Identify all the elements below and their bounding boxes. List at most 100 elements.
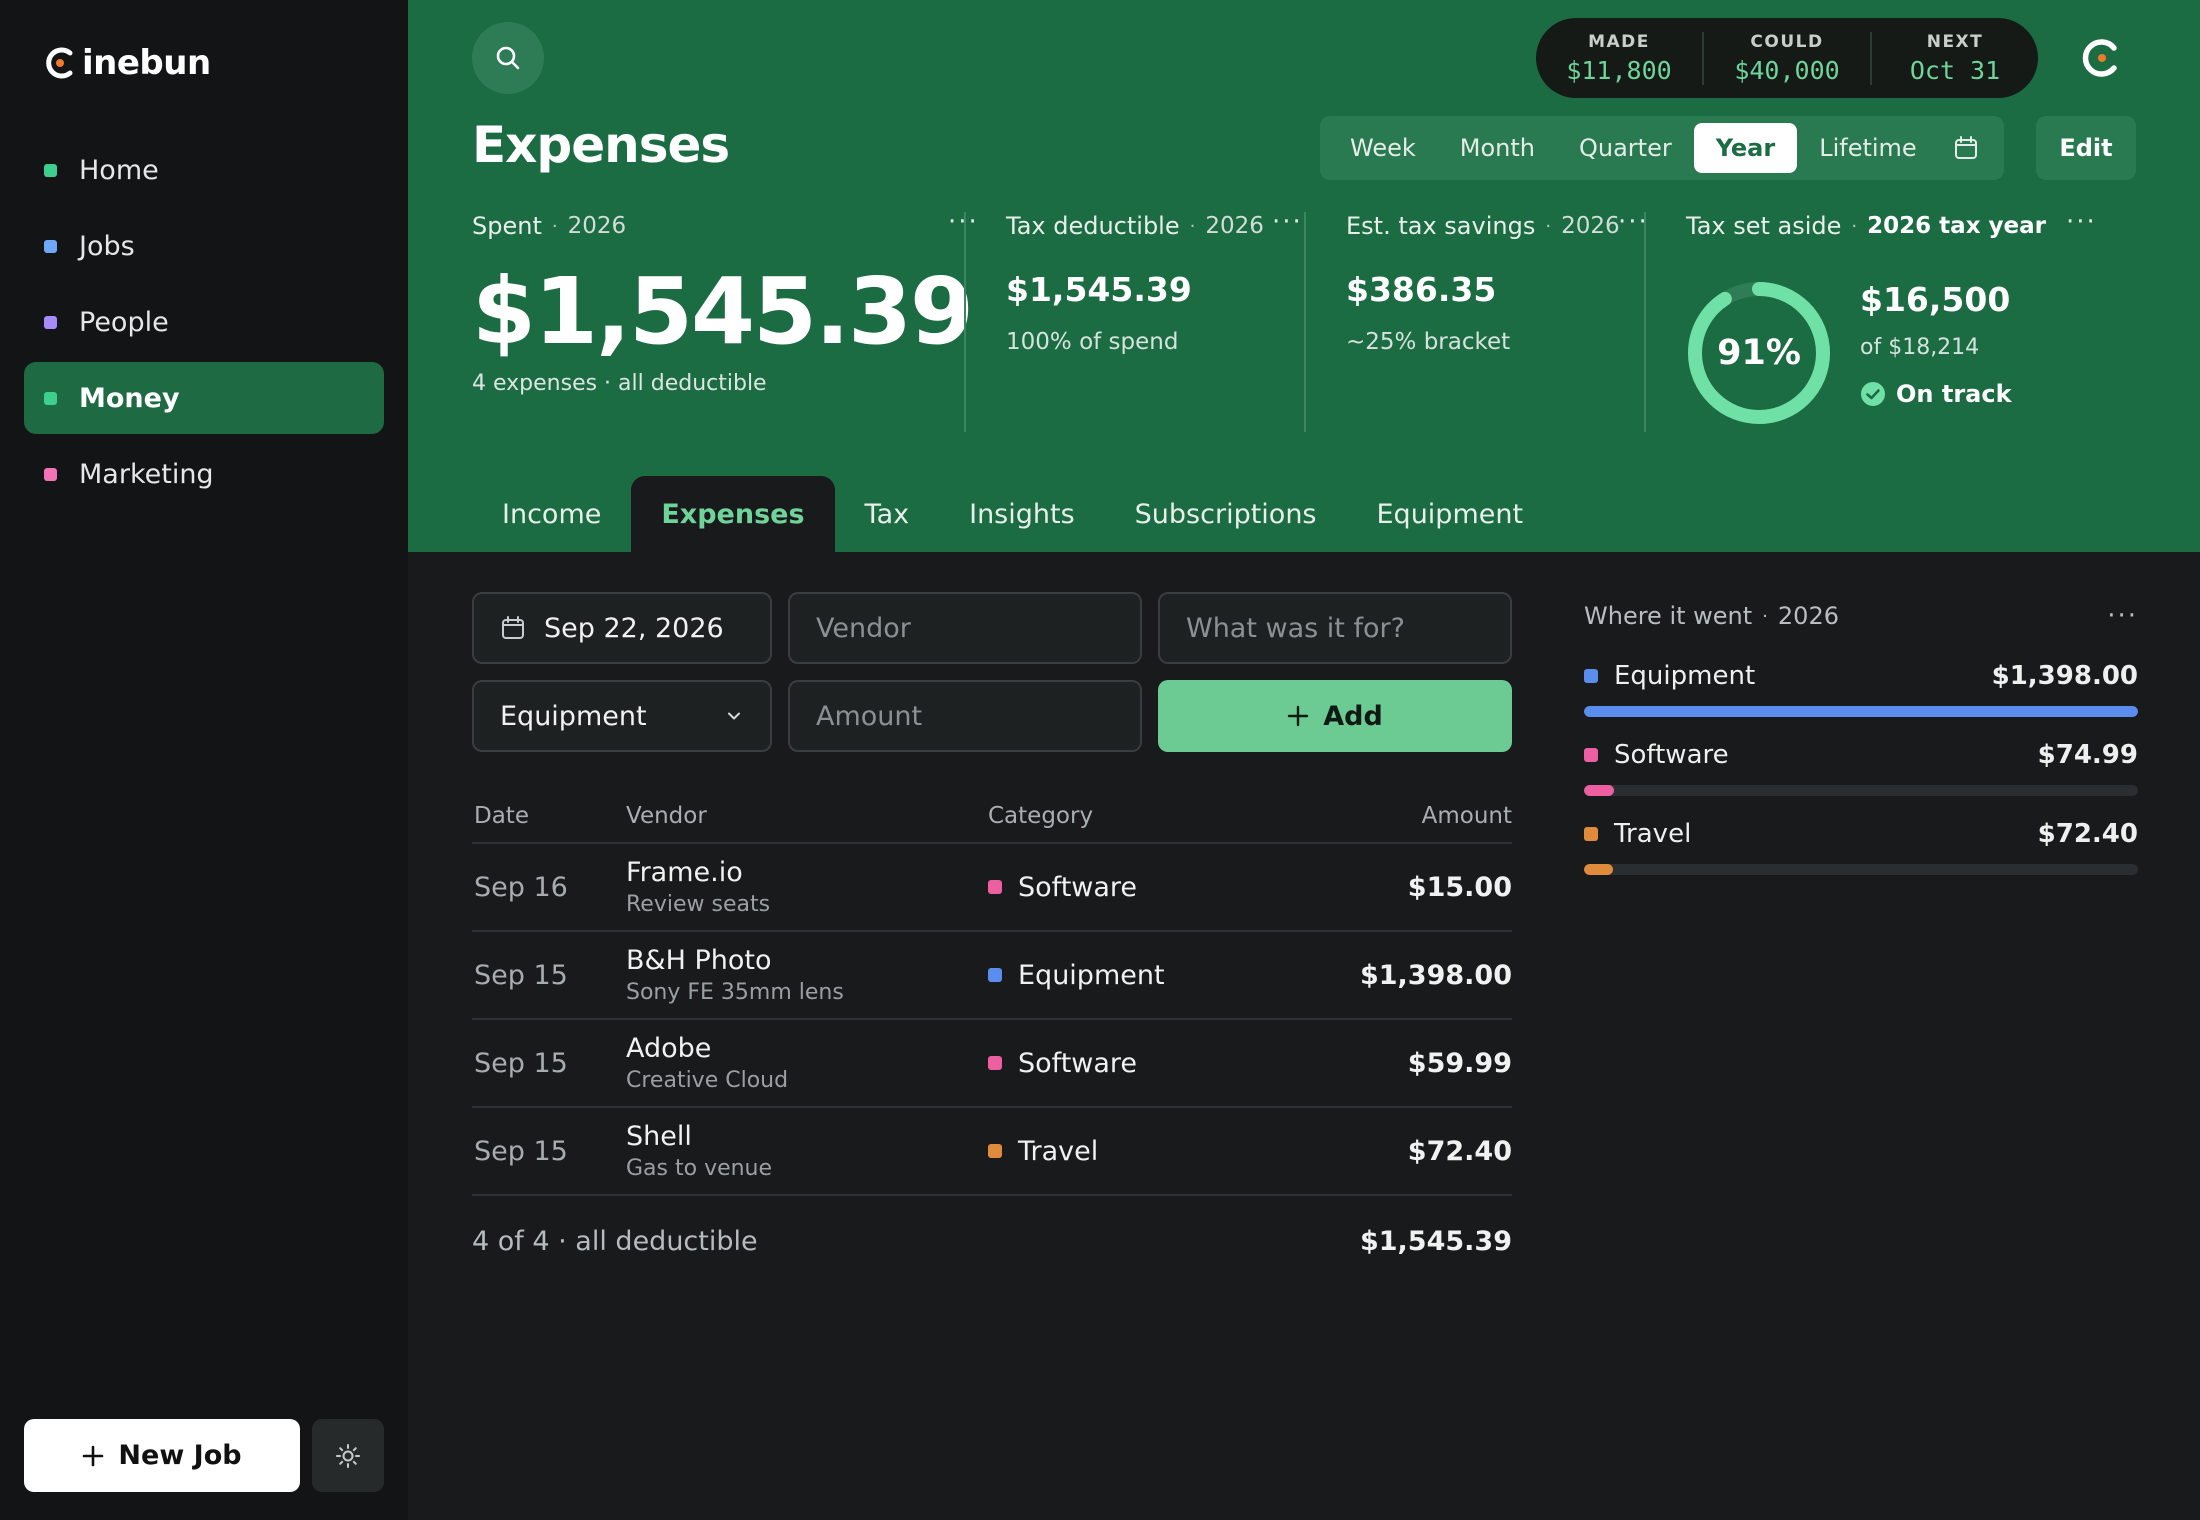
category-swatch bbox=[988, 968, 1002, 982]
theme-toggle-button[interactable] bbox=[312, 1419, 384, 1492]
sidebar-item-people[interactable]: People bbox=[24, 286, 384, 358]
stat-made: MADE $11,800 bbox=[1536, 32, 1702, 85]
tab-tax[interactable]: Tax bbox=[835, 476, 940, 552]
breakdown-item-software: Software $74.99 bbox=[1584, 737, 2138, 796]
tab-income[interactable]: Income bbox=[472, 476, 631, 552]
breakdown-more-icon[interactable]: ··· bbox=[2107, 601, 2138, 631]
vendor-placeholder: Vendor bbox=[816, 612, 911, 644]
deductible-amount: $1,545.39 bbox=[1006, 270, 1192, 309]
page-title: Expenses bbox=[472, 116, 730, 174]
purpose-input[interactable]: What was it for? bbox=[1158, 592, 1512, 664]
plus-icon bbox=[1288, 705, 1309, 727]
new-job-button[interactable]: New Job bbox=[24, 1419, 300, 1492]
stat-value: Oct 31 bbox=[1909, 55, 2001, 85]
money-tabs: Income Expenses Tax Insights Subscriptio… bbox=[472, 476, 1553, 552]
header-category[interactable]: Category bbox=[988, 803, 1288, 829]
chevron-down-icon bbox=[728, 712, 740, 720]
row-date: Sep 15 bbox=[474, 959, 568, 991]
tax-progress-ring: 91% bbox=[1684, 278, 1834, 428]
category-select[interactable]: Equipment bbox=[472, 680, 772, 752]
header-vendor[interactable]: Vendor bbox=[626, 803, 988, 829]
breakdown-item-travel: Travel $72.40 bbox=[1584, 816, 2138, 875]
period-week[interactable]: Week bbox=[1328, 123, 1438, 173]
check-circle-icon bbox=[1861, 382, 1885, 406]
category-swatch bbox=[988, 1144, 1002, 1158]
aside-more-icon[interactable]: ··· bbox=[2066, 209, 2097, 235]
money-dot-icon bbox=[44, 391, 57, 405]
home-dot-icon bbox=[44, 163, 57, 177]
row-vendor: Adobe Creative Cloud bbox=[626, 1033, 988, 1093]
tab-expenses[interactable]: Expenses bbox=[631, 476, 835, 552]
edit-button[interactable]: Edit bbox=[2036, 116, 2136, 180]
period-year[interactable]: Year bbox=[1693, 123, 1798, 173]
sidebar-item-home[interactable]: Home bbox=[24, 134, 384, 206]
category-swatch bbox=[988, 880, 1002, 894]
period-lifetime[interactable]: Lifetime bbox=[1797, 123, 1938, 173]
deductible-subtext: 100% of spend bbox=[1006, 329, 1179, 355]
date-field[interactable]: Sep 22, 2026 bbox=[472, 592, 772, 664]
account-button[interactable] bbox=[2074, 30, 2130, 86]
vendor-name: Frame.io bbox=[626, 857, 743, 888]
kpi-savings: Est. tax savings · 2026 ··· $386.35 ~25%… bbox=[1346, 209, 1647, 355]
savings-amount: $386.35 bbox=[1346, 270, 1497, 309]
category-swatch bbox=[1584, 669, 1598, 683]
category-swatch bbox=[1584, 748, 1598, 762]
stat-label: NEXT bbox=[1926, 31, 1984, 52]
category-label: Software bbox=[1018, 871, 1138, 903]
kpi-deductible: Tax deductible · 2026 ··· $1,545.39 100%… bbox=[1006, 209, 1306, 355]
breakdown-amount: $74.99 bbox=[2037, 740, 2138, 770]
row-category: Software bbox=[988, 872, 1288, 903]
category-label: Software bbox=[1018, 1047, 1138, 1079]
vendor-note: Review seats bbox=[626, 892, 771, 917]
stat-value: $40,000 bbox=[1734, 55, 1840, 85]
sidebar-item-jobs[interactable]: Jobs bbox=[24, 210, 384, 282]
tab-insights[interactable]: Insights bbox=[939, 476, 1105, 552]
vendor-note: Gas to venue bbox=[626, 1156, 773, 1181]
period-quarter[interactable]: Quarter bbox=[1557, 123, 1694, 173]
sidebar-item-label: People bbox=[79, 306, 169, 338]
brand-mark-icon bbox=[46, 47, 73, 79]
table-row[interactable]: Sep 16 Frame.io Review seats Software $1… bbox=[472, 844, 1512, 932]
breakdown-bar-track bbox=[1584, 706, 2138, 717]
brand-logo[interactable]: inebun bbox=[44, 40, 211, 86]
add-expense-button[interactable]: Add bbox=[1158, 680, 1512, 752]
kpi-tax-aside: Tax set aside · 2026 tax year ··· bbox=[1686, 209, 2146, 240]
separator: · bbox=[1762, 605, 1768, 627]
period-month[interactable]: Month bbox=[1438, 123, 1557, 173]
row-vendor: B&H Photo Sony FE 35mm lens bbox=[626, 945, 988, 1005]
brand-name: inebun bbox=[82, 43, 211, 83]
marketing-dot-icon bbox=[44, 467, 57, 481]
people-dot-icon bbox=[44, 315, 57, 329]
custom-range-button[interactable] bbox=[1939, 123, 1993, 173]
amount-placeholder: Amount bbox=[816, 700, 923, 732]
category-label: Equipment bbox=[1018, 959, 1165, 991]
vendor-input[interactable]: Vendor bbox=[788, 592, 1142, 664]
spent-subtext: 4 expenses · all deductible bbox=[472, 371, 767, 396]
breakdown-bar-track bbox=[1584, 785, 2138, 796]
aside-target: of $18,214 bbox=[1860, 335, 1980, 360]
category-value: Equipment bbox=[500, 700, 647, 732]
breakdown-amount: $1,398.00 bbox=[1991, 661, 2138, 691]
row-date: Sep 15 bbox=[474, 1047, 568, 1079]
table-row[interactable]: Sep 15 Adobe Creative Cloud Software $59… bbox=[472, 1020, 1512, 1108]
amount-input[interactable]: Amount bbox=[788, 680, 1142, 752]
breakdown-label: Travel bbox=[1614, 819, 1692, 849]
new-job-label: New Job bbox=[118, 1440, 242, 1471]
calendar-icon bbox=[502, 616, 524, 639]
table-row[interactable]: Sep 15 Shell Gas to venue Travel $72.40 bbox=[472, 1108, 1512, 1196]
breakdown-amount: $72.40 bbox=[2037, 819, 2138, 849]
savings-subtext: ~25% bracket bbox=[1346, 329, 1511, 355]
table-row[interactable]: Sep 15 B&H Photo Sony FE 35mm lens Equip… bbox=[472, 932, 1512, 1020]
header-date[interactable]: Date bbox=[472, 803, 626, 829]
sidebar-item-money[interactable]: Money bbox=[24, 362, 384, 434]
sidebar-item-marketing[interactable]: Marketing bbox=[24, 438, 384, 510]
deductible-more-icon[interactable]: ··· bbox=[1272, 209, 1303, 235]
search-button[interactable] bbox=[472, 22, 544, 94]
tab-equipment[interactable]: Equipment bbox=[1347, 476, 1554, 552]
header-amount[interactable]: Amount bbox=[1288, 803, 1512, 829]
row-amount: $1,398.00 bbox=[1359, 959, 1512, 991]
kpi-spent: Spent · 2026 ··· $1,545.39 4 expenses · … bbox=[472, 209, 977, 396]
row-amount: $72.40 bbox=[1407, 1135, 1512, 1167]
tab-subscriptions[interactable]: Subscriptions bbox=[1105, 476, 1347, 552]
ring-percent: 91% bbox=[1717, 333, 1801, 373]
